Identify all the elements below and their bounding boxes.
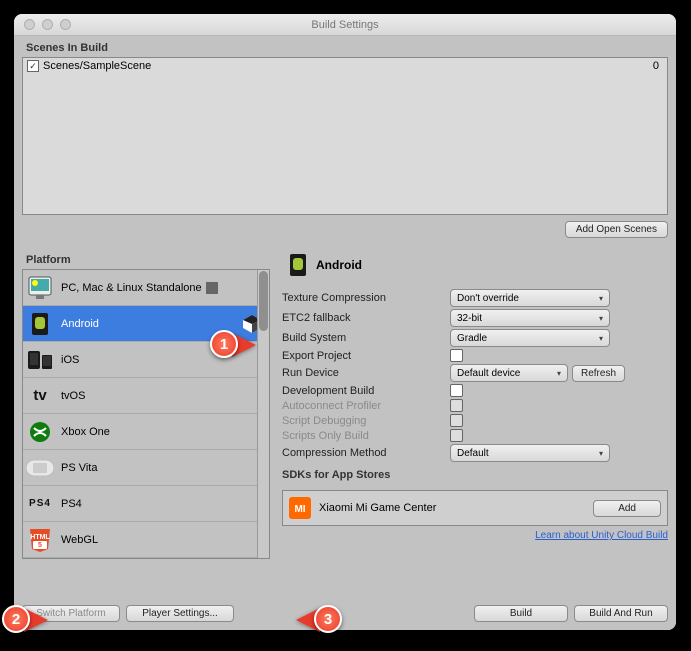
platform-label: Xbox One <box>61 426 110 438</box>
android-icon <box>25 309 55 339</box>
field-label: Autoconnect Profiler <box>282 400 450 412</box>
script-debugging-checkbox <box>450 414 463 427</box>
field-label: Compression Method <box>282 447 450 459</box>
field-label: Build System <box>282 332 450 344</box>
compression-method-dropdown[interactable]: Default▾ <box>450 444 610 462</box>
scene-index: 0 <box>653 60 663 72</box>
ios-icon <box>25 345 55 375</box>
sdk-label: Xiaomi Mi Game Center <box>319 502 436 514</box>
field-label: Script Debugging <box>282 415 450 427</box>
platform-row-ps4[interactable]: PS4 PS4 <box>23 486 269 522</box>
platform-label: PS Vita <box>61 462 98 474</box>
platform-row-psvita[interactable]: PS Vita <box>23 450 269 486</box>
platform-label: WebGL <box>61 534 98 546</box>
platform-label: Android <box>61 318 99 330</box>
scene-row[interactable]: ✓ Scenes/SampleScene 0 <box>23 58 667 74</box>
webgl-icon: HTML5 <box>25 525 55 555</box>
svg-text:HTML: HTML <box>30 534 50 541</box>
chevron-down-icon: ▾ <box>599 334 603 343</box>
chevron-down-icon: ▾ <box>557 369 561 378</box>
svg-text:MI: MI <box>294 504 305 515</box>
development-build-checkbox[interactable] <box>450 384 463 397</box>
autoconnect-profiler-checkbox <box>450 399 463 412</box>
refresh-button[interactable]: Refresh <box>572 365 625 382</box>
add-open-scenes-button[interactable]: Add Open Scenes <box>565 221 668 238</box>
sdk-row: MI Xiaomi Mi Game Center Add <box>282 490 668 526</box>
pc-icon <box>25 273 55 303</box>
arrow-icon <box>206 282 218 294</box>
cloud-build-link[interactable]: Learn about Unity Cloud Build <box>535 530 668 541</box>
psvita-icon <box>25 453 55 483</box>
build-settings-window: Build Settings Scenes In Build ✓ Scenes/… <box>14 14 676 630</box>
field-label: Export Project <box>282 350 450 362</box>
window-title: Build Settings <box>14 19 676 31</box>
run-device-dropdown[interactable]: Default device▾ <box>450 364 568 382</box>
svg-text:5: 5 <box>38 542 42 549</box>
callout-3: 3 <box>314 605 342 633</box>
platform-row-tvos[interactable]: tv tvOS <box>23 378 269 414</box>
export-project-checkbox[interactable] <box>450 349 463 362</box>
chevron-down-icon: ▾ <box>599 449 603 458</box>
platform-label: tvOS <box>61 390 85 402</box>
texture-compression-dropdown[interactable]: Don't override▾ <box>450 289 610 307</box>
titlebar: Build Settings <box>14 14 676 36</box>
build-button[interactable]: Build <box>474 605 568 622</box>
sdk-heading: SDKs for App Stores <box>282 463 668 484</box>
chevron-down-icon: ▾ <box>599 314 603 323</box>
platform-label: iOS <box>61 354 79 366</box>
field-label: Texture Compression <box>282 292 450 304</box>
platform-label: PS4 <box>61 498 82 510</box>
xbox-icon <box>25 417 55 447</box>
checkbox-icon[interactable]: ✓ <box>27 60 39 72</box>
platform-detail-title: Android <box>316 258 362 272</box>
footer: Switch Platform Player Settings... Build… <box>22 605 668 622</box>
platform-row-xbox[interactable]: Xbox One <box>23 414 269 450</box>
xiaomi-icon: MI <box>289 497 311 519</box>
platform-row-pc[interactable]: PC, Mac & Linux Standalone <box>23 270 269 306</box>
field-label: Development Build <box>282 385 450 397</box>
etc2-fallback-dropdown[interactable]: 32-bit▾ <box>450 309 610 327</box>
platform-list: PC, Mac & Linux Standalone Android <box>22 269 270 559</box>
build-and-run-button[interactable]: Build And Run <box>574 605 668 622</box>
platform-label: PC, Mac & Linux Standalone <box>61 282 202 294</box>
tvos-icon: tv <box>25 381 55 411</box>
callout-1: 1 <box>210 330 238 358</box>
field-label: Scripts Only Build <box>282 430 450 442</box>
callout-2: 2 <box>2 605 30 633</box>
platform-details: Android Texture Compression Don't overri… <box>282 248 668 559</box>
chevron-down-icon: ▾ <box>599 294 603 303</box>
ps4-icon: PS4 <box>25 489 55 519</box>
player-settings-button[interactable]: Player Settings... <box>126 605 234 622</box>
sdk-add-button[interactable]: Add <box>593 500 661 517</box>
scenes-list[interactable]: ✓ Scenes/SampleScene 0 <box>22 57 668 215</box>
android-icon <box>288 252 308 278</box>
scripts-only-checkbox <box>450 429 463 442</box>
platform-heading: Platform <box>22 248 270 269</box>
field-label: ETC2 fallback <box>282 312 450 324</box>
platform-row-webgl[interactable]: HTML5 WebGL <box>23 522 269 558</box>
field-label: Run Device <box>282 367 450 379</box>
build-system-dropdown[interactable]: Gradle▾ <box>450 329 610 347</box>
scrollbar[interactable] <box>257 270 269 558</box>
scene-label: Scenes/SampleScene <box>43 60 151 72</box>
scenes-heading: Scenes In Build <box>22 36 668 57</box>
